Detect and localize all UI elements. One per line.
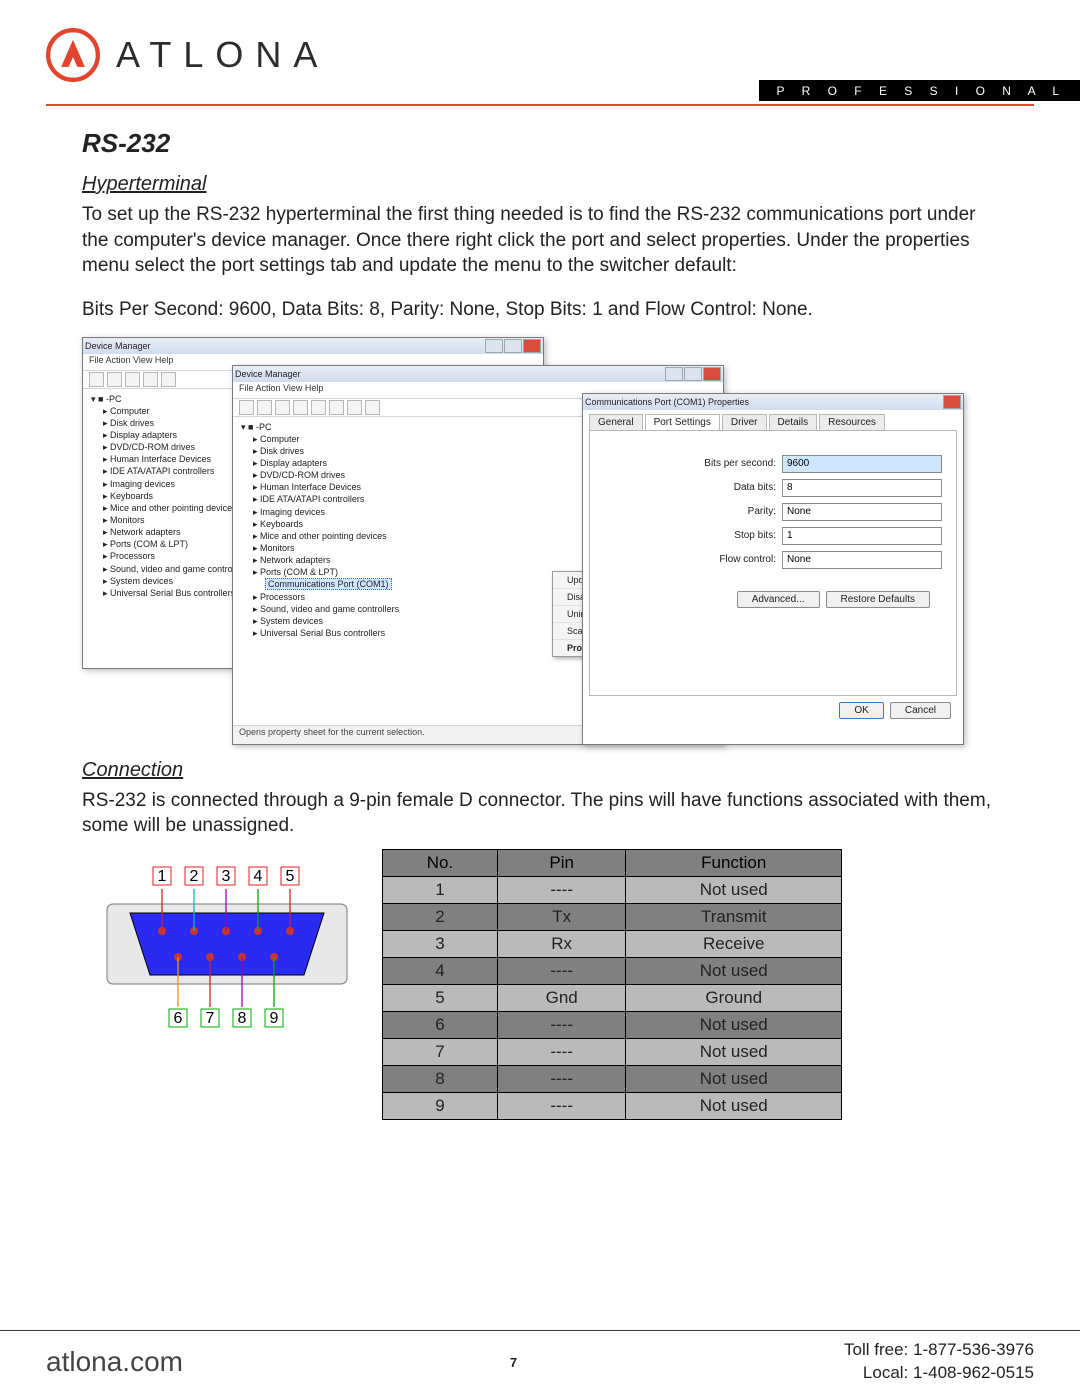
footer-local: Local: 1-408-962-0515 bbox=[844, 1362, 1034, 1385]
subheading-hyperterminal: Hyperterminal bbox=[82, 173, 1034, 196]
divider bbox=[46, 104, 1034, 106]
section-title: RS-232 bbox=[82, 128, 1034, 159]
tab-general[interactable]: General bbox=[589, 414, 643, 430]
tab-strip[interactable]: GeneralPort SettingsDriverDetailsResourc… bbox=[583, 410, 963, 430]
tab-resources[interactable]: Resources bbox=[819, 414, 885, 430]
window-controls[interactable] bbox=[665, 367, 721, 381]
footer-page-number: 7 bbox=[510, 1355, 517, 1370]
svg-text:8: 8 bbox=[238, 1010, 247, 1027]
db9-connector-diagram: 5 4 3 2 1 9 8 7 6 bbox=[102, 849, 352, 1049]
restore-defaults-button[interactable]: Restore Defaults bbox=[826, 591, 930, 608]
label-databits: Data bits: bbox=[734, 482, 776, 493]
label-parity: Parity: bbox=[748, 506, 776, 517]
paragraph-3: RS-232 is connected through a 9-pin fema… bbox=[82, 788, 998, 839]
com-properties-dialog: Communications Port (COM1) Properties Ge… bbox=[582, 393, 964, 745]
window-title: Device Manager bbox=[85, 341, 151, 351]
label-flow: Flow control: bbox=[719, 554, 776, 565]
pinout-table: No.PinFunction1----Not used2TxTransmit3R… bbox=[382, 849, 842, 1120]
input-databits[interactable] bbox=[782, 479, 942, 497]
advanced-button[interactable]: Advanced... bbox=[737, 591, 820, 608]
dialog-title: Communications Port (COM1) Properties bbox=[585, 397, 749, 407]
svg-text:7: 7 bbox=[206, 1010, 215, 1027]
input-bps[interactable] bbox=[782, 455, 942, 473]
page-footer: atlona.com 7 Toll free: 1-877-536-3976 L… bbox=[0, 1330, 1080, 1397]
svg-text:1: 1 bbox=[158, 868, 167, 885]
window-controls[interactable] bbox=[485, 339, 541, 353]
input-parity[interactable] bbox=[782, 503, 942, 521]
label-stopbits: Stop bits: bbox=[734, 530, 776, 541]
svg-text:6: 6 bbox=[174, 1010, 183, 1027]
svg-text:3: 3 bbox=[222, 868, 231, 885]
subheading-connection: Connection bbox=[82, 759, 1034, 782]
professional-badge: P R O F E S S I O N A L bbox=[759, 80, 1080, 101]
brand-header: ATLONA bbox=[46, 28, 1034, 82]
cancel-button[interactable]: Cancel bbox=[890, 702, 951, 719]
ok-button[interactable]: OK bbox=[839, 702, 883, 719]
svg-text:9: 9 bbox=[270, 1010, 279, 1027]
atlona-logo-icon bbox=[46, 28, 100, 82]
window-title: Device Manager bbox=[235, 369, 301, 379]
svg-text:4: 4 bbox=[254, 868, 263, 885]
paragraph-1: To set up the RS-232 hyperterminal the f… bbox=[82, 202, 998, 279]
svg-text:5: 5 bbox=[286, 868, 295, 885]
port-settings-form: Bits per second: Data bits: Parity: Stop… bbox=[590, 431, 956, 632]
footer-tollfree: Toll free: 1-877-536-3976 bbox=[844, 1339, 1034, 1362]
tab-driver[interactable]: Driver bbox=[722, 414, 767, 430]
tab-details[interactable]: Details bbox=[769, 414, 818, 430]
footer-site: atlona.com bbox=[46, 1346, 183, 1378]
tab-port-settings[interactable]: Port Settings bbox=[645, 414, 720, 430]
brand-name: ATLONA bbox=[116, 34, 329, 76]
input-stopbits[interactable] bbox=[782, 527, 942, 545]
screenshot-cluster: Device Manager File Action View Help ▾ ■… bbox=[82, 337, 1034, 745]
svg-text:2: 2 bbox=[190, 868, 199, 885]
paragraph-2: Bits Per Second: 9600, Data Bits: 8, Par… bbox=[82, 297, 998, 323]
input-flow[interactable] bbox=[782, 551, 942, 569]
label-bps: Bits per second: bbox=[704, 458, 776, 469]
window-controls[interactable] bbox=[943, 395, 961, 409]
